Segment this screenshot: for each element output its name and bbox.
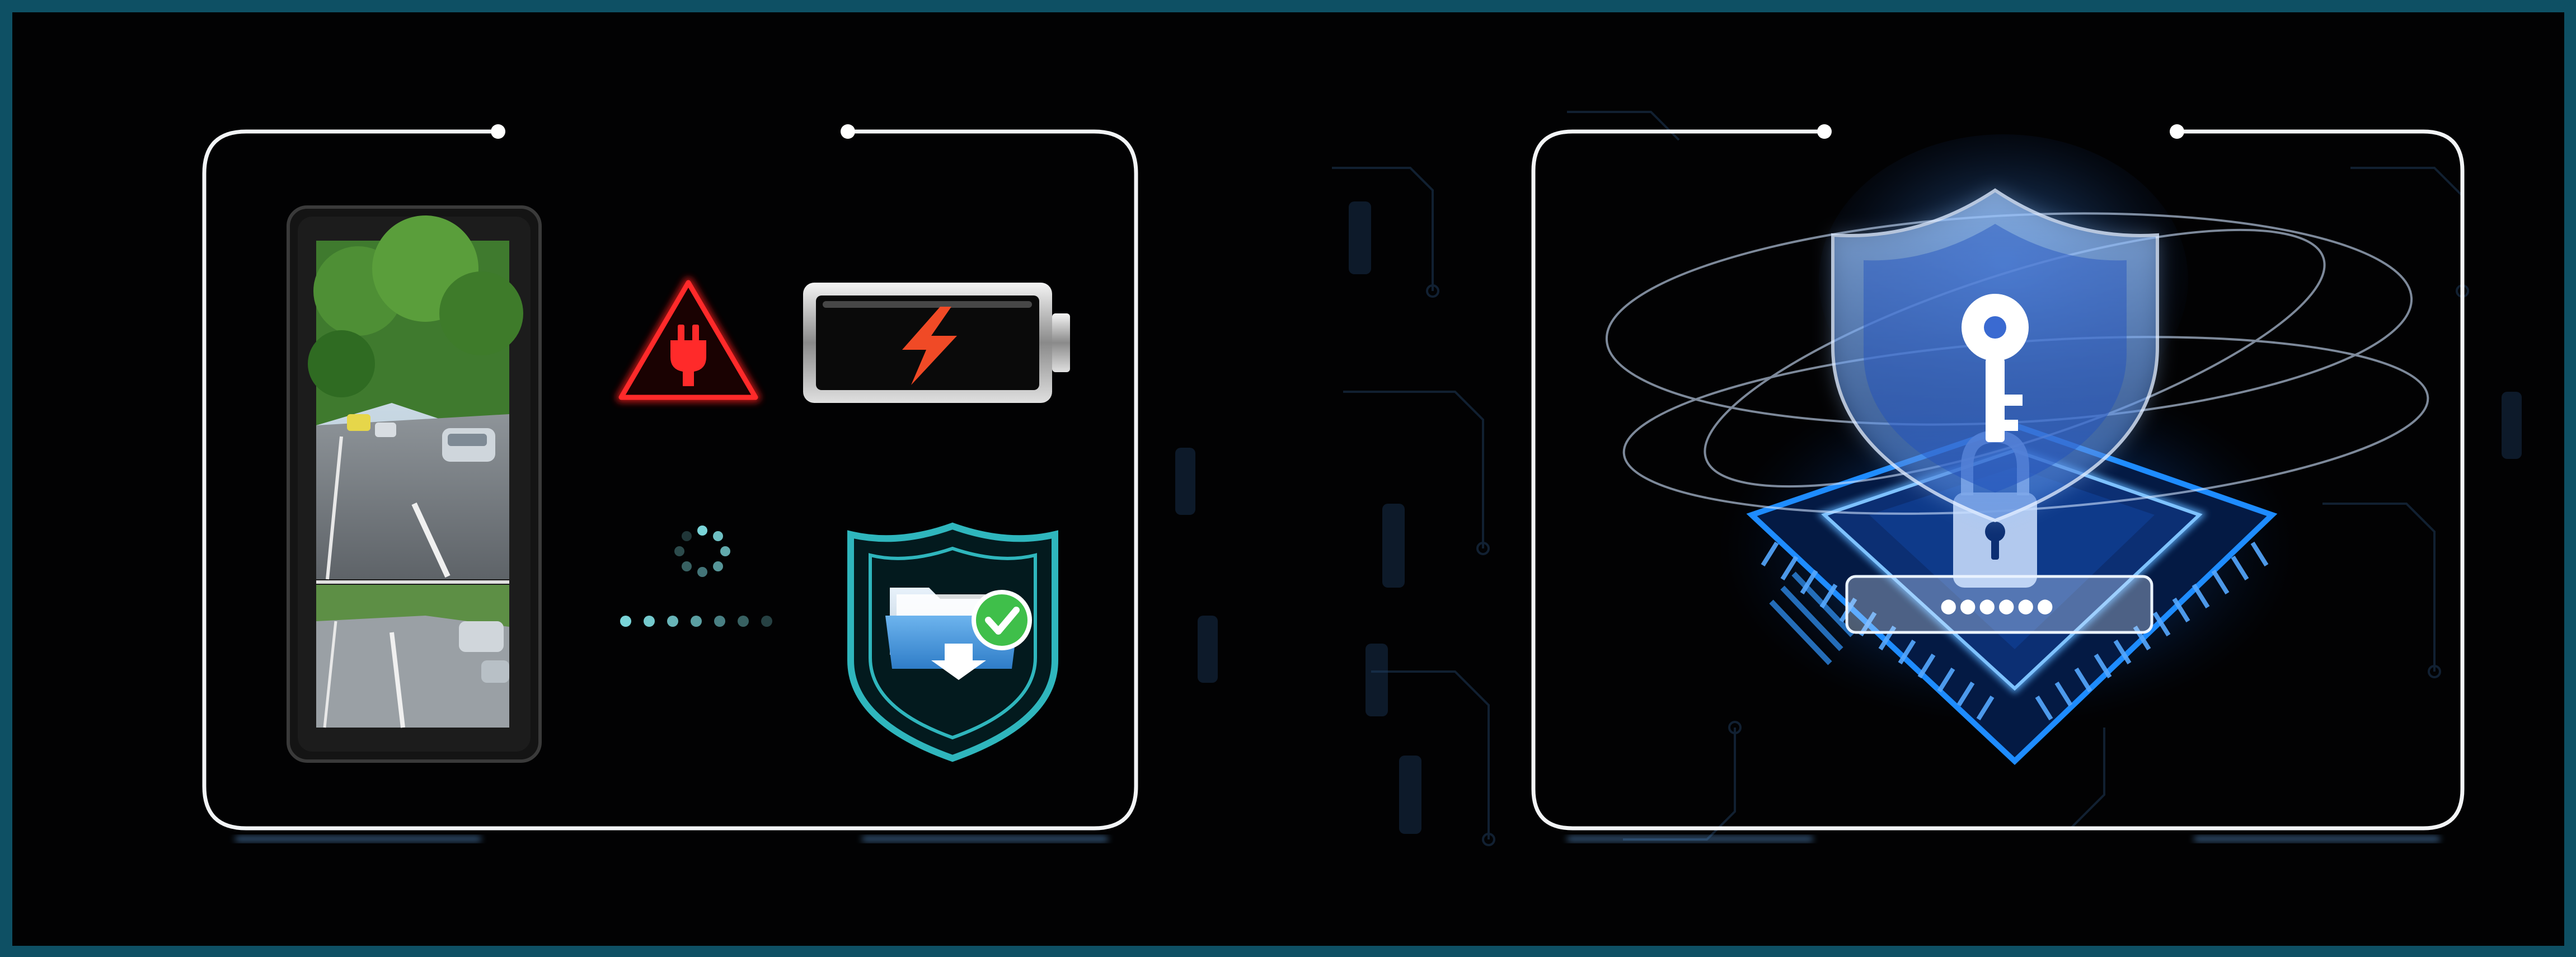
panel-glow-bar [235,837,481,841]
panel-outline-node [2170,124,2184,139]
mirror-camera-view-secondary [316,585,509,728]
password-field: ●●●●●● [1845,575,2153,634]
rearview-mirror-monitor [287,205,542,763]
panel-outline-node [1817,124,1832,139]
panel-outline-node [841,124,855,139]
mirror-camera-view-main [308,215,523,580]
shield-folder-check-icon [847,522,1058,762]
banner-stage: ●●●●●● [0,0,2576,957]
password-dots: ●●●●●● [1941,591,2057,620]
battery-charging-icon [803,283,1070,403]
panel-glow-bar [862,837,1108,841]
panel-glow-bar [1567,837,1813,841]
panel-glow-bar [2194,837,2440,841]
banner-artwork: ●●●●●● [0,0,2576,957]
panel-outline-node [491,124,505,139]
